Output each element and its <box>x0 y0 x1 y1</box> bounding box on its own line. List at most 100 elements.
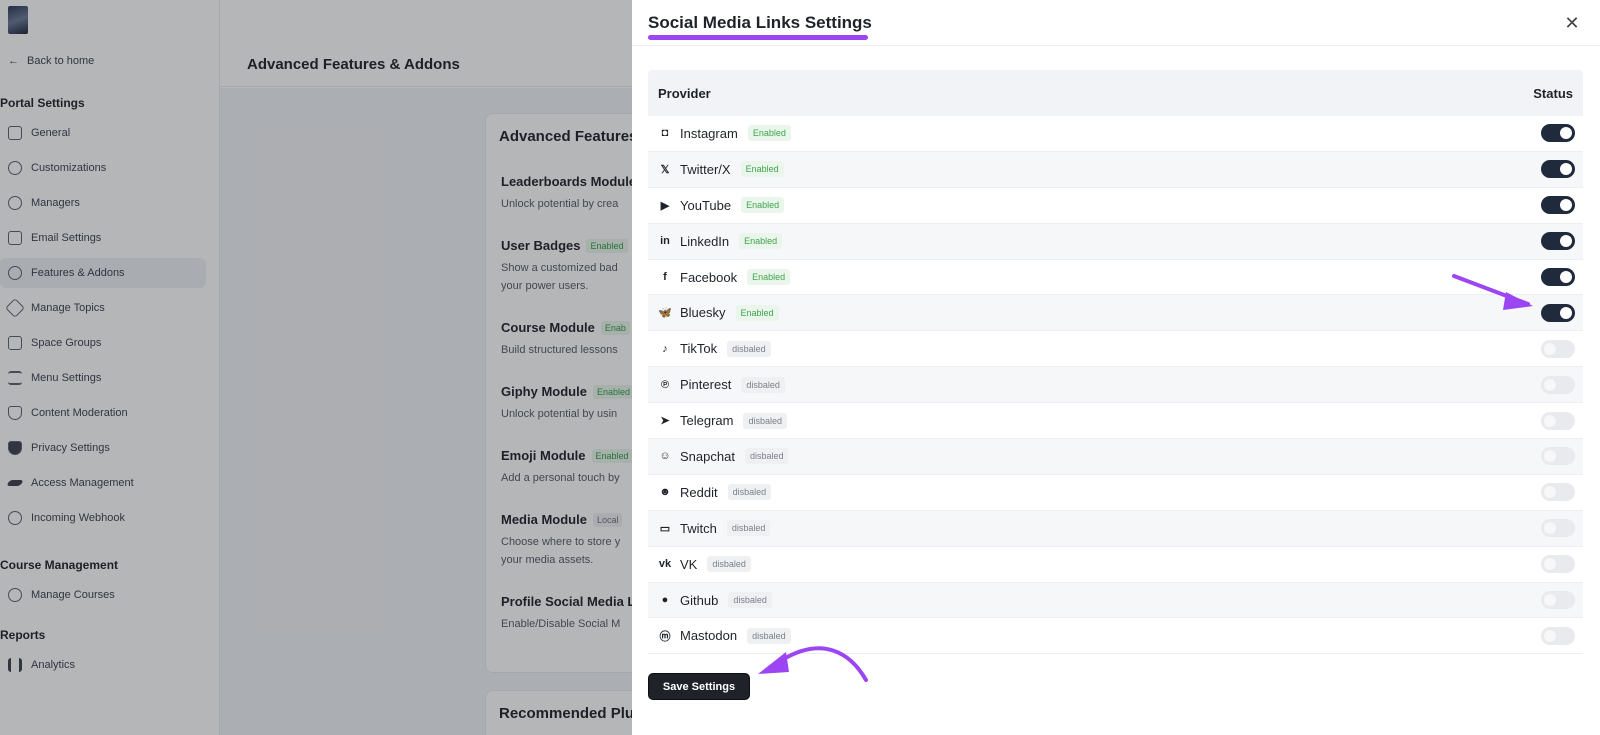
status-badge: disbaled <box>726 520 771 537</box>
provider-cell: ● Github disbaled <box>658 592 772 609</box>
mastodon-icon: ⓜ <box>659 630 671 643</box>
provider-cell: in LinkedIn Enabled <box>658 233 783 250</box>
provider-cell: ◘ Instagram Enabled <box>658 125 791 142</box>
toggle-knob <box>1544 486 1556 499</box>
toggle-switch[interactable] <box>1541 196 1575 215</box>
providers-table: Provider Status ◘ Instagram Enabled 𝕏 Twitte… <box>648 70 1583 655</box>
status-badge: disbaled <box>743 412 787 429</box>
status-badge: disbaled <box>728 592 772 609</box>
toggle-switch[interactable] <box>1541 626 1575 645</box>
twitch-icon: ▭ <box>659 522 671 535</box>
drawer-title: Social Media Links Settings <box>648 13 872 32</box>
provider-name: Reddit <box>680 484 718 500</box>
provider-name: Github <box>680 592 719 608</box>
column-provider: Provider <box>658 85 711 101</box>
toggle-switch[interactable] <box>1541 483 1575 502</box>
provider-name: TikTok <box>680 341 718 357</box>
provider-name: Facebook <box>680 269 738 285</box>
status-badge: disbaled <box>741 376 785 393</box>
status-badge: disbaled <box>744 448 789 465</box>
table-row: ♪ TikTok disbaled <box>648 331 1583 368</box>
social-media-settings-drawer: Social Media Links Settings ✕ Provider S… <box>632 0 1600 735</box>
provider-cell: vk VK disbaled <box>658 556 751 573</box>
provider-name: Pinterest <box>680 377 732 393</box>
status-badge: Enabled <box>741 197 785 214</box>
table-row: 🦋 Bluesky Enabled <box>648 295 1583 332</box>
toggle-switch[interactable] <box>1541 339 1575 358</box>
provider-name: Mastodon <box>680 628 738 644</box>
table-row: ☻ Reddit disbaled <box>648 475 1583 511</box>
provider-name: Telegram <box>680 413 734 429</box>
toggle-knob <box>1560 163 1572 176</box>
modal-backdrop[interactable] <box>0 0 632 735</box>
vk-icon: vk <box>658 558 672 571</box>
x-icon: 𝕏 <box>660 163 670 176</box>
status-badge: disbaled <box>727 340 771 357</box>
toggle-switch[interactable] <box>1541 519 1575 538</box>
toggle-switch[interactable] <box>1541 447 1575 466</box>
status-badge: disbaled <box>727 484 772 501</box>
toggle-knob <box>1560 306 1572 319</box>
table-row: ▭ Twitch disbaled <box>648 510 1583 547</box>
provider-cell: ♪ TikTok disbaled <box>658 340 771 357</box>
status-badge: Enabled <box>740 161 784 178</box>
toggle-switch[interactable] <box>1541 160 1575 179</box>
toggle-switch[interactable] <box>1541 232 1575 251</box>
toggle-knob <box>1544 558 1556 571</box>
table-row: vk VK disbaled <box>648 547 1583 583</box>
table-row: ☺ Snapchat disbaled <box>648 439 1583 475</box>
status-badge: Enabled <box>735 304 779 321</box>
table-row: ℗ Pinterest disbaled <box>648 367 1583 404</box>
provider-cell: ☺ Snapchat disbaled <box>658 448 789 465</box>
provider-name: Snapchat <box>680 448 735 464</box>
provider-cell: ℗ Pinterest disbaled <box>658 376 785 393</box>
facebook-icon: f <box>663 271 667 283</box>
toggle-knob <box>1560 235 1572 248</box>
column-status: Status <box>1533 85 1573 101</box>
table-row: ⓜ Mastodon disbaled <box>648 618 1583 655</box>
close-icon[interactable]: ✕ <box>1562 13 1582 33</box>
status-badge: Enabled <box>739 233 783 250</box>
provider-cell: ▶ YouTube Enabled <box>658 197 785 214</box>
youtube-icon: ▶ <box>660 199 670 212</box>
toggle-switch[interactable] <box>1541 411 1575 430</box>
provider-name: LinkedIn <box>680 233 730 249</box>
toggle-knob <box>1544 629 1556 642</box>
provider-cell: ▭ Twitch disbaled <box>658 520 771 537</box>
toggle-switch[interactable] <box>1541 555 1575 574</box>
provider-cell: ⓜ Mastodon disbaled <box>658 627 791 644</box>
toggle-switch[interactable] <box>1541 268 1575 286</box>
toggle-knob <box>1560 271 1572 283</box>
toggle-knob <box>1544 414 1556 427</box>
provider-name: Twitch <box>680 520 717 536</box>
instagram-icon: ◘ <box>661 127 669 140</box>
save-settings-button[interactable]: Save Settings <box>648 673 750 700</box>
provider-name: VK <box>680 556 698 572</box>
provider-name: Bluesky <box>680 305 726 321</box>
table-row: f Facebook Enabled <box>648 260 1583 296</box>
table-header: Provider Status <box>648 70 1583 116</box>
snapchat-icon: ☺ <box>659 450 671 463</box>
status-badge: Enabled <box>747 125 791 142</box>
bluesky-icon: 🦋 <box>658 307 672 320</box>
toggle-knob <box>1560 199 1572 212</box>
provider-name: Instagram <box>680 125 738 141</box>
status-badge: disbaled <box>707 556 751 573</box>
toggle-knob <box>1560 127 1572 140</box>
provider-cell: 🦋 Bluesky Enabled <box>658 304 779 321</box>
provider-name: Twitter/X <box>680 161 731 177</box>
status-badge: Enabled <box>747 269 791 285</box>
toggle-knob <box>1544 342 1556 355</box>
toggle-switch[interactable] <box>1541 124 1575 143</box>
github-icon: ● <box>661 594 669 607</box>
telegram-icon: ➤ <box>660 415 670 428</box>
linkedin-icon: in <box>660 235 670 248</box>
toggle-switch[interactable] <box>1541 591 1575 610</box>
toggle-switch[interactable] <box>1541 375 1575 394</box>
provider-cell: f Facebook Enabled <box>658 269 791 285</box>
provider-rows: ◘ Instagram Enabled 𝕏 Twitter/X Enabled ▶ YouTu… <box>648 116 1583 655</box>
provider-cell: ➤ Telegram disbaled <box>658 412 787 429</box>
toggle-switch[interactable] <box>1541 303 1575 322</box>
reddit-icon: ☻ <box>659 486 671 499</box>
provider-cell: 𝕏 Twitter/X Enabled <box>658 161 784 178</box>
